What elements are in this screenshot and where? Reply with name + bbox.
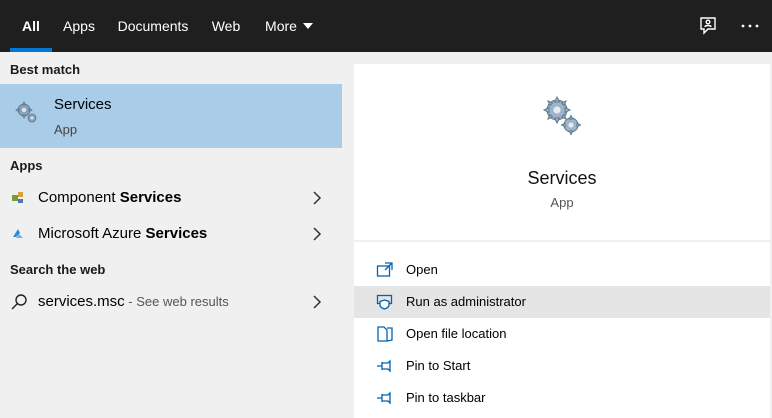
pin-to-start-action[interactable]: Pin to Start [354, 350, 770, 382]
services-gears-icon [14, 100, 40, 126]
preview-title: Services [527, 168, 597, 188]
pin-to-taskbar-action[interactable]: Pin to taskbar [354, 382, 770, 414]
component-services-icon [10, 189, 28, 207]
open-file-location-action[interactable]: Open file location [354, 318, 770, 350]
apps-header: Apps [10, 158, 43, 173]
app-result-prefix: Component [38, 189, 120, 206]
app-result-component-services[interactable]: Component Services [0, 180, 342, 216]
chevron-right-icon[interactable] [312, 191, 322, 205]
more-options-icon[interactable] [738, 14, 762, 38]
app-result-match: Services [119, 189, 182, 206]
open-action[interactable]: Open [354, 254, 770, 286]
pin-icon [376, 358, 394, 374]
file-location-icon [376, 326, 394, 342]
shield-icon [376, 294, 394, 310]
tab-web[interactable]: Web [204, 0, 248, 52]
tab-more[interactable]: More [256, 0, 322, 52]
run-as-admin-action[interactable]: Run as administrator [354, 286, 770, 318]
open-label: Open [406, 262, 438, 277]
search-web-header: Search the web [10, 262, 106, 277]
tab-web-label: Web [211, 18, 241, 34]
preview-pane: Services App Open Run as administrator O… [354, 64, 770, 418]
tab-more-label: More [265, 18, 297, 34]
tab-apps[interactable]: Apps [56, 0, 102, 52]
search-filter-bar: All Apps Documents Web More [0, 0, 772, 52]
best-match-title: Services [54, 96, 112, 113]
tab-all-label: All [22, 18, 40, 34]
pin-icon [376, 390, 394, 406]
web-result-hint: - See web results [124, 294, 229, 309]
open-file-location-label: Open file location [406, 326, 507, 341]
feedback-icon[interactable] [696, 14, 720, 38]
tab-all[interactable]: All [10, 0, 52, 52]
best-match-subtitle: App [54, 122, 78, 137]
tab-documents[interactable]: Documents [110, 0, 196, 52]
search-icon [10, 293, 28, 311]
web-result-query: services.msc [38, 293, 125, 310]
caret-down-icon [302, 23, 313, 29]
app-result-label: Component Services [38, 189, 181, 206]
pin-to-taskbar-label: Pin to taskbar [406, 390, 486, 405]
results-pane: Best match Services App Apps Component S… [0, 52, 342, 418]
web-search-result[interactable]: services.msc - See web results [0, 284, 342, 320]
app-result-label: Microsoft Azure Services [38, 225, 207, 242]
app-preview-card: Services App [354, 64, 770, 240]
chevron-right-icon[interactable] [312, 295, 322, 309]
action-list: Open Run as administrator Open file loca… [354, 242, 770, 418]
best-match-result[interactable]: Services App [0, 84, 342, 148]
pin-to-start-label: Pin to Start [406, 358, 471, 373]
chevron-right-icon[interactable] [312, 227, 322, 241]
run-as-admin-label: Run as administrator [406, 294, 526, 309]
app-result-azure-services[interactable]: Microsoft Azure Services [0, 216, 342, 252]
tab-apps-label: Apps [63, 18, 95, 34]
open-icon [376, 262, 394, 278]
azure-services-icon [10, 225, 28, 243]
tab-documents-label: Documents [117, 18, 189, 34]
services-gears-icon [540, 94, 584, 138]
app-result-match: Services [145, 225, 208, 242]
web-result-label: services.msc - See web results [38, 293, 229, 310]
best-match-header: Best match [10, 62, 81, 77]
preview-subtitle: App [550, 195, 574, 210]
app-result-prefix: Microsoft Azure [38, 225, 146, 242]
